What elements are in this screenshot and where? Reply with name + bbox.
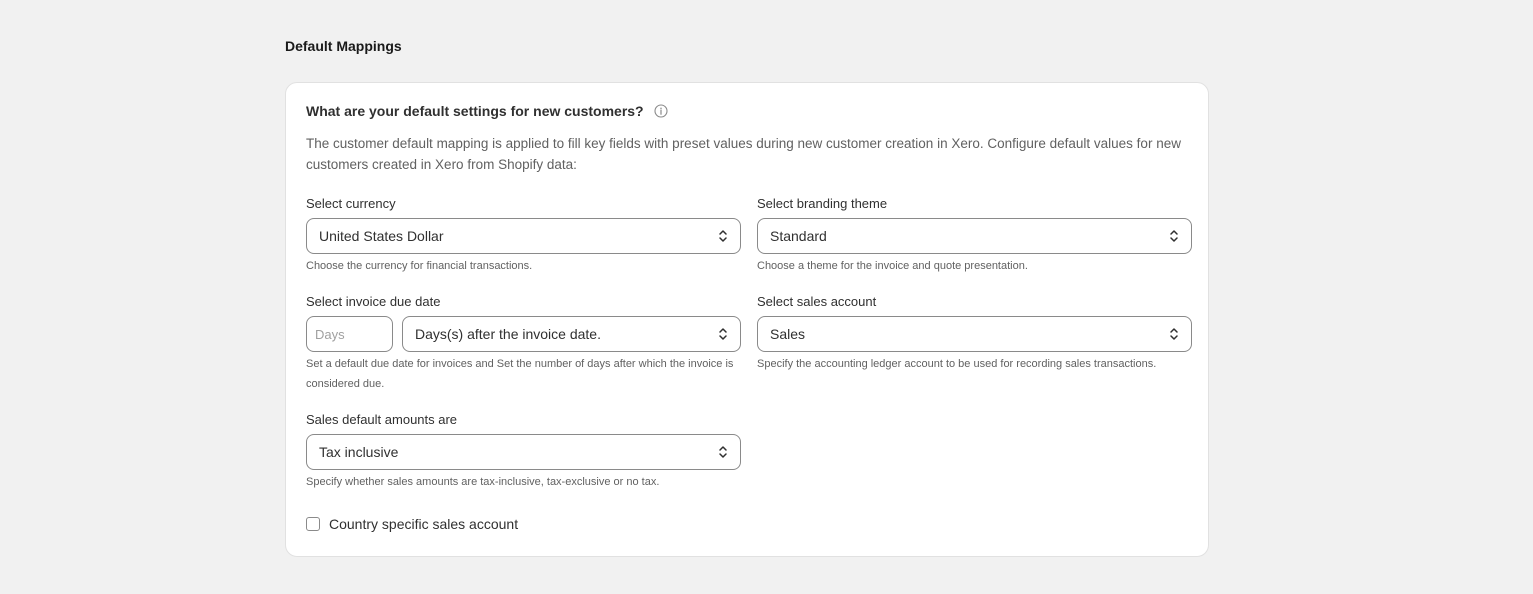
chevron-up-down-icon xyxy=(718,229,728,243)
currency-select[interactable]: United States Dollar xyxy=(306,218,741,254)
chevron-up-down-icon xyxy=(718,327,728,341)
chevron-up-down-icon xyxy=(1169,327,1179,341)
sales-account-select-value: Sales xyxy=(770,326,806,342)
due-date-help: Set a default due date for invoices and … xyxy=(306,358,734,390)
branding-select-value: Standard xyxy=(770,228,827,244)
card-heading: What are your default settings for new c… xyxy=(306,103,668,119)
default-settings-card: What are your default settings for new c… xyxy=(285,82,1209,557)
chevron-up-down-icon xyxy=(718,445,728,459)
currency-select-value: United States Dollar xyxy=(319,228,444,244)
sales-account-select[interactable]: Sales xyxy=(757,316,1192,352)
card-heading-text: What are your default settings for new c… xyxy=(306,103,644,119)
amounts-select[interactable]: Tax inclusive xyxy=(306,434,741,470)
card-description: The customer default mapping is applied … xyxy=(306,136,1181,172)
info-icon[interactable] xyxy=(654,104,668,118)
country-specific-label: Country specific sales account xyxy=(329,516,519,532)
sales-account-help: Specify the accounting ledger account to… xyxy=(757,358,1157,370)
currency-help: Choose the currency for financial transa… xyxy=(306,260,533,272)
due-days-input[interactable] xyxy=(306,316,393,352)
country-specific-row[interactable]: Country specific sales account xyxy=(306,516,518,532)
due-term-select-value: Days(s) after the invoice date. xyxy=(415,326,601,342)
due-date-label: Select invoice due date xyxy=(306,294,441,309)
amounts-label: Sales default amounts are xyxy=(306,412,458,427)
currency-label: Select currency xyxy=(306,196,396,211)
page: Default Mappings What are your default s… xyxy=(0,0,1533,594)
branding-label: Select branding theme xyxy=(757,196,888,211)
country-specific-checkbox[interactable] xyxy=(306,517,320,531)
section-title: Default Mappings xyxy=(285,38,402,54)
sales-account-label: Select sales account xyxy=(757,294,877,309)
branding-help: Choose a theme for the invoice and quote… xyxy=(757,260,1028,272)
amounts-help: Specify whether sales amounts are tax-in… xyxy=(306,476,660,488)
chevron-up-down-icon xyxy=(1169,229,1179,243)
amounts-select-value: Tax inclusive xyxy=(319,444,399,460)
due-term-select[interactable]: Days(s) after the invoice date. xyxy=(402,316,741,352)
branding-theme-select[interactable]: Standard xyxy=(757,218,1192,254)
